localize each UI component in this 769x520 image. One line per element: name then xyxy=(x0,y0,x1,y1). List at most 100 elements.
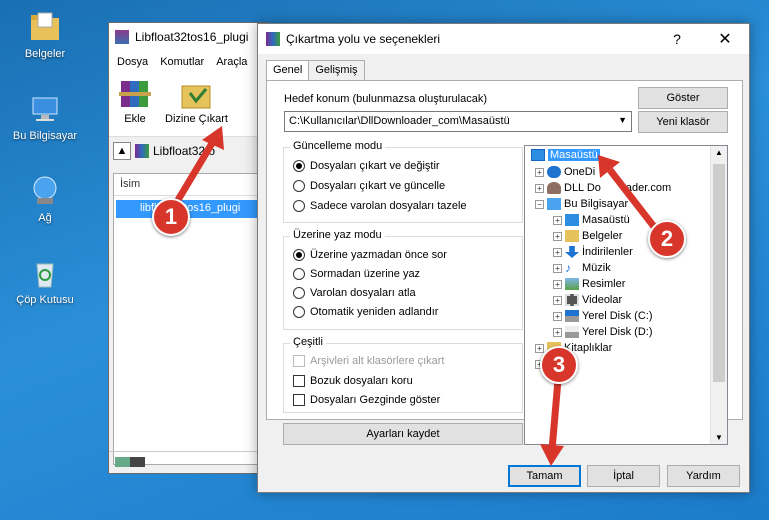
tree-item-disk-c[interactable]: + Yerel Disk (C:) xyxy=(553,310,653,322)
checkbox-label: Dosyaları Gezginde göster xyxy=(310,394,441,406)
tree-label: Bu Bilgisayar xyxy=(564,198,629,210)
tree-item-downloads[interactable]: + İndirilenler xyxy=(553,246,633,258)
file-list-row[interactable]: libfloat32tos16_plugi xyxy=(116,200,264,218)
callout-1: 1 xyxy=(152,198,190,236)
radio-refresh-existing[interactable]: Sadece varolan dosyaları tazele xyxy=(293,200,467,212)
update-mode-title: Güncelleme modu xyxy=(290,140,386,152)
tree-item-user[interactable]: + DLL Do ader.com xyxy=(535,182,671,194)
expand-icon[interactable]: + xyxy=(553,311,562,321)
collapse-icon[interactable]: − xyxy=(535,199,544,209)
checkbox-subfolders: Arşivleri alt klasörlere çıkart xyxy=(293,355,444,367)
new-folder-button[interactable]: Yeni klasör xyxy=(638,111,728,133)
help-button[interactable]: Yardım xyxy=(667,465,740,487)
scroll-down-icon[interactable]: ▼ xyxy=(715,433,723,442)
radio-unchecked[interactable] xyxy=(293,180,305,192)
tree-item-pictures[interactable]: + Resimler xyxy=(553,278,625,290)
radio-unchecked[interactable] xyxy=(293,200,305,212)
scroll-up-icon[interactable]: ▲ xyxy=(715,148,723,157)
tree-item-desktop[interactable]: Masaüstü xyxy=(531,149,600,161)
tree-label: Resimler xyxy=(582,278,626,290)
desktop-icon-label: Çöp Kutusu xyxy=(16,294,74,306)
menu-tools[interactable]: Araçla xyxy=(216,56,247,68)
winrar-title-bar[interactable]: Libfloat32tos16_plugi xyxy=(109,23,267,51)
radio-skip-existing[interactable]: Varolan dosyaları atla xyxy=(293,287,416,299)
tab-advanced[interactable]: Gelişmiş xyxy=(308,60,365,81)
tree-item-onedrive[interactable]: + OneDi xyxy=(535,166,595,178)
desktop-icon-documents[interactable]: Belgeler xyxy=(0,10,90,60)
tree-item-documents[interactable]: + Belgeler xyxy=(553,230,622,242)
show-button[interactable]: Göster xyxy=(638,87,728,109)
tree-item-disk-d[interactable]: + Yerel Disk (D:) xyxy=(553,326,653,338)
expand-icon[interactable]: + xyxy=(535,167,544,177)
folder-icon xyxy=(28,10,62,44)
tab-general[interactable]: Genel xyxy=(266,60,310,81)
radio-extract-replace[interactable]: Dosyaları çıkart ve değiştir xyxy=(293,160,440,172)
help-icon[interactable]: ? xyxy=(657,24,697,54)
extract-to-button-label: Dizine Çıkart xyxy=(165,113,228,125)
radio-auto-rename[interactable]: Otomatik yeniden adlandır xyxy=(293,306,438,318)
add-button[interactable]: Ekle xyxy=(115,77,155,132)
desktop-icon-this-pc[interactable]: Bu Bilgisayar xyxy=(0,92,90,142)
tree-item-pc-desktop[interactable]: + Masaüstü xyxy=(553,214,630,226)
winrar-title: Libfloat32tos16_plugi xyxy=(135,30,249,44)
expand-icon[interactable]: + xyxy=(553,263,562,273)
cloud-icon xyxy=(547,166,561,178)
recycle-bin-icon xyxy=(28,256,62,290)
address-text[interactable]: Libfloat32to xyxy=(153,144,215,158)
menu-file[interactable]: Dosya xyxy=(117,56,148,68)
winrar-toolbar: Ekle Dizine Çıkart xyxy=(109,73,267,137)
expand-icon[interactable]: + xyxy=(553,231,562,241)
ok-button[interactable]: Tamam xyxy=(508,465,581,487)
radio-unchecked[interactable] xyxy=(293,287,305,299)
desktop-icon xyxy=(565,214,579,226)
expand-icon[interactable]: + xyxy=(553,279,562,289)
radio-unchecked[interactable] xyxy=(293,306,305,318)
checkbox[interactable] xyxy=(293,375,305,387)
close-icon[interactable]: ✕ xyxy=(705,24,745,54)
radio-extract-update[interactable]: Dosyaları çıkart ve güncelle xyxy=(293,180,445,192)
expand-icon[interactable]: + xyxy=(535,183,544,193)
expand-icon[interactable]: + xyxy=(535,343,544,353)
scrollbar-thumb[interactable] xyxy=(713,164,725,382)
checkbox-keep-broken[interactable]: Bozuk dosyaları koru xyxy=(293,375,413,387)
tree-scrollbar[interactable]: ▲ ▼ xyxy=(710,146,727,444)
file-list[interactable]: İsim libfloat32tos16_plugi xyxy=(113,173,267,465)
radio-checked[interactable] xyxy=(293,249,305,261)
menu-commands[interactable]: Komutlar xyxy=(160,56,204,68)
tree-label: DLL Do xyxy=(564,182,601,194)
extract-to-button[interactable]: Dizine Çıkart xyxy=(165,77,228,132)
tree-item-this-pc[interactable]: − Bu Bilgisayar xyxy=(535,198,628,210)
tree-label: Yerel Disk (D:) xyxy=(582,326,653,338)
up-folder-icon[interactable]: ▲ xyxy=(113,142,131,160)
radio-unchecked[interactable] xyxy=(293,268,305,280)
radio-checked[interactable] xyxy=(293,160,305,172)
radio-label: Sadece varolan dosyaları tazele xyxy=(310,200,467,212)
checkbox[interactable] xyxy=(293,394,305,406)
save-settings-button[interactable]: Ayarları kaydet xyxy=(283,423,523,445)
dest-path-combobox[interactable]: C:\Kullanıcılar\DllDownloader_com\Masaüs… xyxy=(284,111,632,132)
network-icon xyxy=(28,174,62,208)
tree-label: OneDi xyxy=(564,166,596,178)
folder-tree[interactable]: Masaüstü + OneDi + DLL Do ader.com − Bu Bilg… xyxy=(524,145,728,445)
dest-path-value: C:\Kullanıcılar\DllDownloader_com\Masaüs… xyxy=(289,115,510,127)
tree-item-music[interactable]: + ♪ Müzik xyxy=(553,262,611,274)
desktop-icon-network[interactable]: Ağ xyxy=(0,174,90,224)
tree-item-videos[interactable]: + Videolar xyxy=(553,294,622,306)
dialog-title-bar[interactable]: Çıkartma yolu ve seçenekleri ? ✕ xyxy=(258,24,749,54)
radio-ask-before[interactable]: Üzerine yazmadan önce sor xyxy=(293,249,447,261)
expand-icon[interactable]: + xyxy=(553,247,562,257)
misc-group: Çeşitli Arşivleri alt klasörlere çıkart … xyxy=(283,336,523,413)
radio-overwrite-silent[interactable]: Sormadan üzerine yaz xyxy=(293,268,420,280)
tree-label: Masaüstü xyxy=(548,149,600,161)
drive-icon xyxy=(565,310,579,322)
expand-icon[interactable]: + xyxy=(553,215,562,225)
cancel-button[interactable]: İptal xyxy=(587,465,660,487)
desktop-icon-recycle-bin[interactable]: Çöp Kutusu xyxy=(0,256,90,306)
expand-icon[interactable]: + xyxy=(553,295,562,305)
overwrite-mode-group: Üzerine yaz modu Üzerine yazmadan önce s… xyxy=(283,229,523,330)
expand-icon[interactable]: + xyxy=(553,327,562,337)
chevron-down-icon[interactable]: ▼ xyxy=(618,115,627,125)
checkbox-show-in-explorer[interactable]: Dosyaları Gezginde göster xyxy=(293,394,440,406)
column-header-name[interactable]: İsim xyxy=(114,174,266,196)
tree-label: Yerel Disk (C:) xyxy=(582,310,653,322)
